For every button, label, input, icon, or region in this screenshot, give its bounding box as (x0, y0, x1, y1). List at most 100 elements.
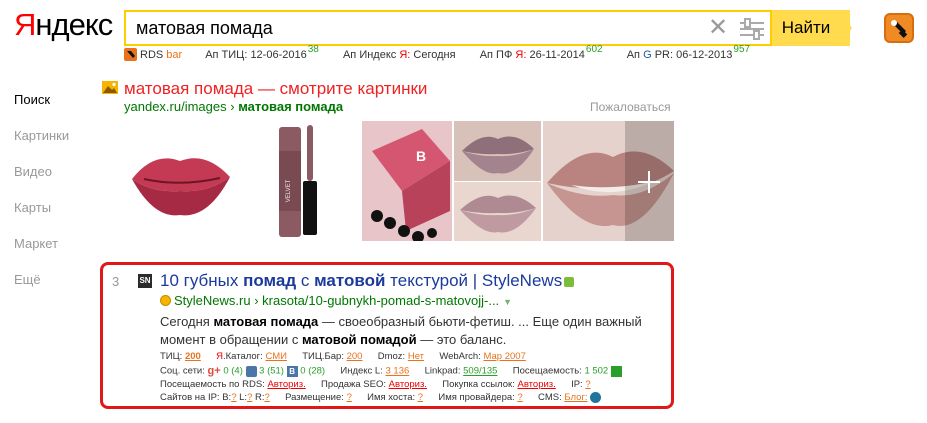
result-url[interactable]: StyleNews.ru › krasota/10-gubnykh-pomad-… (160, 293, 512, 308)
result-title-part: 10 губных (160, 271, 244, 290)
linkpad-label: Linkpad: (424, 365, 461, 377)
nav-video[interactable]: Видео (14, 164, 69, 200)
ip-label: IP: (571, 379, 583, 390)
image-thumb-box[interactable]: B (362, 121, 452, 241)
logo-letter: Я (14, 7, 36, 42)
placement-value[interactable]: ? (347, 392, 352, 403)
extension-badge-icon[interactable] (564, 276, 575, 287)
google-plus-value: 0 (4) (223, 365, 243, 377)
nav-more[interactable]: Ещё (14, 272, 69, 308)
sites-l-label: L: (239, 392, 248, 404)
rds-extension-icon[interactable] (884, 13, 914, 43)
host-value[interactable]: ? (418, 392, 423, 403)
wordpress-icon[interactable] (590, 392, 602, 403)
dmoz-label: Dmoz: (377, 351, 406, 362)
vk-icon[interactable]: B (286, 365, 298, 377)
tic-value[interactable]: 200 (185, 351, 201, 362)
like-icon[interactable] (245, 365, 257, 377)
rds-brand-suffix: bar (166, 48, 183, 61)
find-button-arrow (840, 10, 852, 46)
stats-chart-icon[interactable] (610, 365, 622, 377)
rds-logo-icon[interactable] (124, 48, 137, 61)
nav-market[interactable]: Маркет (14, 236, 69, 272)
sites-l-value[interactable]: ? (247, 392, 252, 403)
rds-index-engine: Я: (399, 48, 411, 61)
result-url-sep: › (254, 293, 259, 308)
dmoz-value[interactable]: Нет (408, 351, 424, 362)
site-favicon: SN (138, 274, 152, 288)
social-label: Соц. сети: (160, 365, 205, 377)
vk-value: 0 (28) (300, 365, 326, 377)
image-thumb-lipgloss[interactable]: VELVET (245, 121, 357, 241)
rds-tic-date: 12-06-2016 (250, 48, 307, 61)
images-url-query: матовая помада (238, 99, 344, 114)
result-url-host: StyleNews.ru (174, 293, 251, 308)
provider-value[interactable]: ? (517, 392, 522, 403)
rds-visits-label: Посещаемость по RDS: (160, 379, 265, 390)
visits-value: 1 502 (584, 365, 609, 377)
visits-label: Посещаемость: (512, 365, 582, 377)
index-l-value[interactable]: 3 136 (386, 366, 410, 377)
webarchive-label: WebArch: (439, 351, 481, 362)
rds-tic-label: Ап ТИЦ: (205, 48, 248, 61)
result-number: 3 (112, 274, 120, 289)
complain-link[interactable]: Пожаловаться (590, 100, 671, 114)
ip-value[interactable]: ? (585, 379, 590, 390)
picture-icon (102, 81, 118, 95)
webarchive-value[interactable]: Мар 2007 (484, 351, 526, 362)
search-settings-icon[interactable] (739, 18, 765, 40)
info-icon[interactable] (160, 295, 171, 307)
rds-visits-value[interactable]: Авториз. (267, 379, 305, 390)
image-thumb-lips-4[interactable] (543, 121, 674, 241)
result-title-link[interactable]: 10 губных помад с матовой текстурой | St… (160, 271, 575, 291)
metrics-row-3: Посещаемость по RDS: Авториз. Продажа SE… (160, 379, 591, 390)
linkpad-value[interactable]: 509/135 (463, 366, 497, 377)
rds-pf-date: 26-11-2014 (529, 48, 585, 61)
search-nav: Поиск Картинки Видео Карты Маркет Ещё (14, 92, 69, 308)
google-plus-icon[interactable]: g+ (208, 365, 221, 377)
catalog-value[interactable]: СМИ (265, 351, 287, 362)
ticbar-value[interactable]: 200 (347, 351, 363, 362)
tic-label: ТИЦ: (160, 351, 183, 362)
nav-images[interactable]: Картинки (14, 128, 69, 164)
images-url[interactable]: yandex.ru/images › матовая помада (124, 99, 343, 114)
images-title-text: матовая помада — смотрите картинки (124, 79, 428, 98)
search-input[interactable] (136, 16, 696, 40)
sites-b-value[interactable]: ? (231, 392, 236, 403)
rds-pf-engine: Я: (515, 48, 527, 61)
svg-text:VELVET: VELVET (286, 179, 292, 202)
lips-image (124, 121, 238, 241)
rds-toolbar: RDS bar Ап ТИЦ: 12-06-201638 Ап Индекс Я:… (124, 44, 750, 66)
find-button[interactable]: Найти (772, 10, 850, 46)
links-label: Покупка ссылок: (442, 379, 515, 390)
images-result-title[interactable]: матовая помада — смотрите картинки (102, 79, 427, 99)
lips-image (543, 121, 674, 241)
sites-b-label: В: (222, 392, 232, 404)
lipgloss-image: VELVET (245, 121, 357, 241)
rds-brand[interactable]: RDS (140, 49, 163, 61)
sites-r-value[interactable]: ? (265, 392, 270, 403)
seo-value[interactable]: Авториз. (389, 379, 427, 390)
images-url-host: yandex.ru/images (124, 99, 227, 114)
cms-value[interactable]: Блог: (564, 392, 587, 403)
sites-on-ip-label: Сайтов на IP: (160, 392, 220, 404)
image-thumb-lips-1[interactable] (124, 121, 238, 241)
yandex-logo[interactable]: Яндекс (14, 7, 113, 42)
result-title-part: матовой (314, 271, 386, 290)
rds-pr-value: 957 (733, 44, 751, 55)
snippet-part: матовой помадой (301, 332, 417, 347)
nav-search[interactable]: Поиск (14, 92, 69, 128)
url-menu-icon[interactable]: ▼ (503, 297, 512, 307)
links-value[interactable]: Авториз. (518, 379, 556, 390)
nav-maps[interactable]: Карты (14, 200, 69, 236)
rds-index-value: Сегодня (413, 48, 456, 61)
rds-index-label: Ап Индекс (342, 48, 397, 61)
index-l-label: Индекс L: (340, 365, 383, 377)
rds-app-glyph (891, 20, 908, 38)
snippet-part: — это баланс. (416, 332, 507, 347)
image-thumb-lips-2[interactable] (454, 121, 541, 181)
image-thumb-lips-3[interactable] (454, 182, 541, 241)
images-url-sep: › (230, 99, 235, 114)
result-title-part: помад (243, 271, 297, 290)
clear-icon[interactable]: ✕ (708, 14, 728, 42)
